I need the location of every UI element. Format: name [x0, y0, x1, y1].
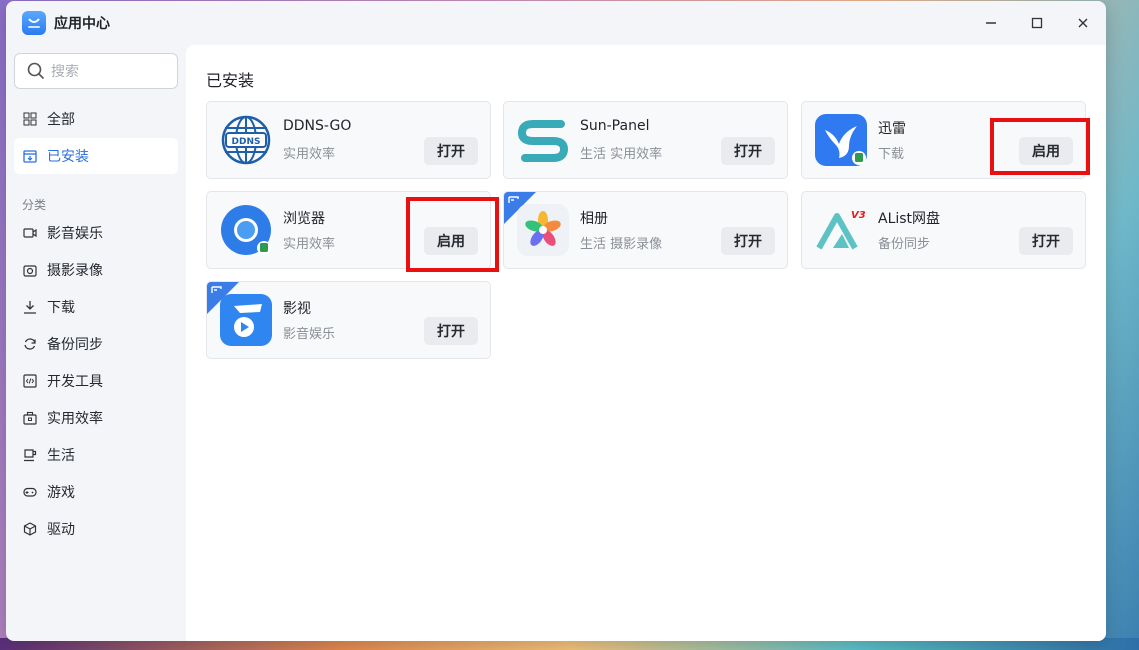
video-icon [23, 226, 37, 240]
category-section-label: 分类 [22, 198, 47, 212]
app-category: 实用效率 [283, 237, 336, 252]
sidebar-item-games[interactable]: 游戏 [14, 474, 178, 510]
app-name: 相册 [580, 211, 608, 227]
sidebar: 搜索 全部 已安装 分类 影音娱乐 摄影录像 下载 备份同步 开发工具 实用效率… [6, 45, 186, 641]
page-title: 已安装 [206, 71, 255, 90]
app-name: 影视 [283, 301, 311, 317]
xunlei-bird-icon [815, 114, 867, 166]
camera-icon [23, 263, 37, 277]
sidebar-item-all[interactable]: 全部 [14, 101, 178, 137]
installed-icon [23, 149, 37, 163]
app-name: AList网盘 [878, 211, 941, 227]
highlight-box-xunlei-enable [990, 118, 1090, 175]
app-center-window: 应用中心 搜索 全部 已安装 分类 影音娱乐 摄影录像 下载 备份同步 开发工具… [6, 1, 1106, 641]
app-card-video[interactable]: 影视 影音娱乐 打开 [206, 281, 491, 359]
open-button[interactable]: 打开 [1019, 227, 1073, 255]
highlight-box-browser-enable [406, 197, 499, 272]
sidebar-item-label: 摄影录像 [47, 263, 103, 279]
sidebar-item-label: 备份同步 [47, 337, 103, 353]
sidebar-item-devtools[interactable]: 开发工具 [14, 363, 178, 399]
sidebar-item-label: 下载 [47, 300, 75, 316]
app-category: 下载 [878, 147, 905, 162]
close-icon [1078, 18, 1088, 28]
sidebar-item-photography[interactable]: 摄影录像 [14, 252, 178, 288]
maximize-icon [1031, 17, 1043, 29]
sidebar-item-backup[interactable]: 备份同步 [14, 326, 178, 362]
svg-text:V3: V3 [851, 210, 866, 221]
app-store-logo-icon [22, 11, 46, 35]
app-card-sun-panel[interactable]: Sun-Panel 生活 实用效率 打开 [503, 101, 788, 179]
main-panel: 已安装 DDNS DDNS-GO 实用效率 打开 Sun-Panel 生活 实用… [186, 45, 1106, 641]
app-card-ddns-go[interactable]: DDNS DDNS-GO 实用效率 打开 [206, 101, 491, 179]
open-button[interactable]: 打开 [721, 227, 775, 255]
sidebar-item-label: 开发工具 [47, 374, 103, 390]
search-placeholder: 搜索 [51, 64, 79, 80]
app-category: 影音娱乐 [283, 327, 336, 342]
open-button[interactable]: 打开 [424, 137, 478, 165]
app-category: 生活 摄影录像 [580, 237, 663, 252]
close-button[interactable] [1060, 1, 1106, 45]
sidebar-item-installed[interactable]: 已安装 [14, 138, 178, 174]
sidebar-item-label: 游戏 [47, 485, 75, 501]
title-bar: 应用中心 [6, 1, 1106, 45]
sidebar-item-life[interactable]: 生活 [14, 437, 178, 473]
minimize-icon [986, 22, 996, 24]
sidebar-item-label: 全部 [47, 112, 75, 128]
app-name: 迅雷 [878, 121, 906, 137]
app-name: Sun-Panel [580, 118, 650, 134]
sidebar-item-label: 实用效率 [47, 411, 103, 427]
sidebar-item-label: 生活 [47, 448, 75, 464]
gamepad-icon [23, 485, 37, 499]
download-icon [23, 300, 37, 314]
video-player-icon [220, 294, 272, 346]
app-category: 备份同步 [878, 237, 931, 252]
sidebar-item-label: 影音娱乐 [47, 226, 103, 242]
sidebar-item-label: 已安装 [47, 149, 89, 165]
browser-icon [220, 204, 272, 256]
open-button[interactable]: 打开 [424, 317, 478, 345]
cube-icon [23, 522, 37, 536]
app-name: 浏览器 [283, 211, 325, 227]
sun-panel-icon [517, 114, 569, 166]
sidebar-item-productivity[interactable]: 实用效率 [14, 400, 178, 436]
sidebar-item-media[interactable]: 影音娱乐 [14, 215, 178, 251]
toolbox-icon [23, 411, 37, 425]
app-card-alist[interactable]: V3 AList网盘 备份同步 打开 [801, 191, 1086, 269]
window-controls [968, 1, 1106, 45]
search-input[interactable]: 搜索 [14, 53, 178, 89]
photos-flower-icon [517, 204, 569, 256]
cup-icon [23, 448, 37, 462]
app-card-photos[interactable]: 相册 生活 摄影录像 打开 [503, 191, 788, 269]
svg-text:DDNS: DDNS [232, 137, 261, 147]
app-name: DDNS-GO [283, 118, 352, 134]
alist-icon: V3 [815, 204, 867, 256]
sidebar-item-label: 驱动 [47, 522, 75, 538]
app-category: 实用效率 [283, 147, 336, 162]
code-icon [23, 374, 37, 388]
ddns-globe-icon: DDNS [220, 114, 272, 166]
open-button[interactable]: 打开 [721, 137, 775, 165]
window-title: 应用中心 [54, 16, 110, 32]
sidebar-item-download[interactable]: 下载 [14, 289, 178, 325]
search-icon [27, 62, 45, 80]
sync-icon [23, 337, 37, 351]
grid-icon [23, 112, 37, 126]
maximize-button[interactable] [1014, 1, 1060, 45]
minimize-button[interactable] [968, 1, 1014, 45]
sidebar-item-drivers[interactable]: 驱动 [14, 511, 178, 547]
app-category: 生活 实用效率 [580, 147, 663, 162]
